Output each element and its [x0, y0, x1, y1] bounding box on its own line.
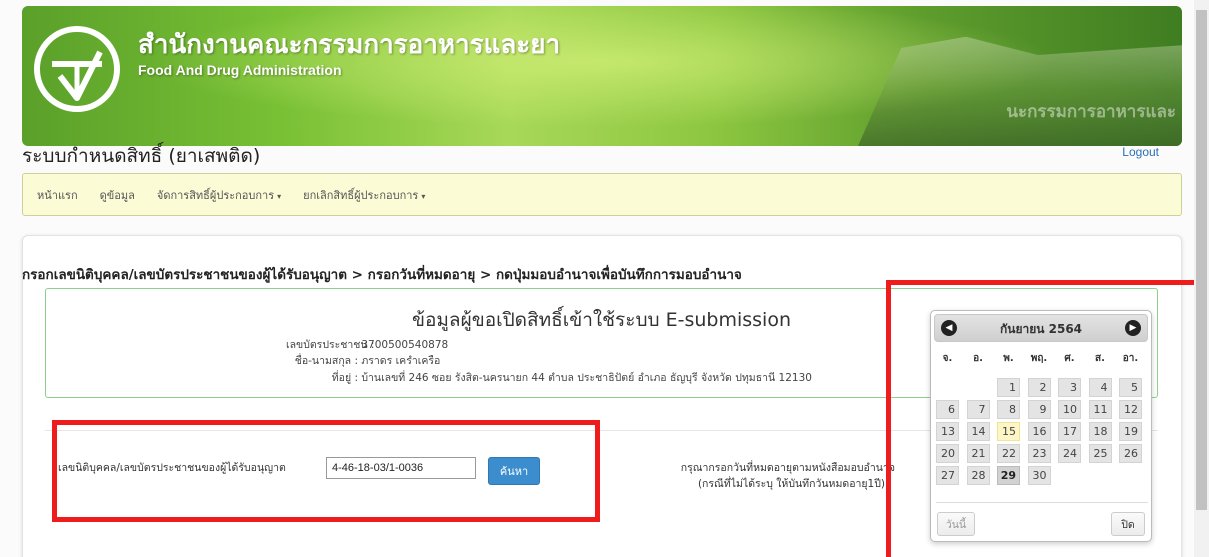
applicant-name-label: ชื่อ-นามสกุล : — [294, 355, 358, 367]
page-scrollbar[interactable] — [1194, 0, 1209, 557]
caret-down-icon: ▾ — [421, 191, 426, 201]
today-button[interactable]: วันนี้ — [937, 512, 975, 536]
calendar-day[interactable]: 14 — [966, 422, 990, 441]
expiry-hint: กรุณากรอกวันที่หมดอายุตามหนังสือมอบอำนาจ… — [681, 460, 895, 492]
weekday-header: พ. — [1003, 353, 1014, 364]
calendar-day[interactable]: 29 — [997, 466, 1020, 485]
caret-down-icon: ▾ — [277, 191, 282, 201]
calendar-day[interactable]: 7 — [966, 400, 990, 419]
applicant-id-label: เลขบัตรประชาชน : — [286, 339, 375, 351]
applicant-info-title: ข้อมูลผู้ขอเปิดสิทธิ์เข้าใช้ระบบ E-submi… — [412, 309, 791, 331]
calendar-day[interactable]: 16 — [1027, 422, 1051, 441]
calendar-day[interactable]: 23 — [1027, 444, 1051, 463]
instructions-heading: กรอกเลขนิติบุคคล/เลขบัตรประชาชนของผู้ได้… — [22, 267, 742, 283]
calendar-day[interactable]: 22 — [997, 444, 1020, 463]
close-button[interactable]: ปิด — [1111, 512, 1145, 536]
applicant-address-label: ที่อยู่ : — [331, 372, 358, 384]
calendar-day[interactable]: 17 — [1058, 422, 1081, 441]
calendar-day[interactable]: 30 — [1027, 466, 1051, 485]
calendar-day[interactable]: 10 — [1058, 400, 1081, 419]
calendar-day[interactable]: 24 — [1058, 444, 1081, 463]
datepicker-divider — [936, 502, 1148, 503]
calendar-day[interactable]: 2 — [1027, 378, 1051, 397]
applicant-id-row: เลขบัตรประชาชน : 3700500540878 — [286, 336, 448, 353]
calendar-day[interactable]: 18 — [1088, 422, 1112, 441]
org-name-thai: สำนักงานคณะกรรมการอาหารและยา — [138, 30, 561, 60]
applicant-name-row: ชื่อ-นามสกุล : ภราดร เครำเครือ — [286, 352, 441, 369]
nav-home[interactable]: หน้าแรก — [37, 186, 78, 204]
calendar-day[interactable]: 25 — [1088, 444, 1112, 463]
nav-view-data-label: ดูข้อมูล — [99, 188, 135, 202]
calendar-day[interactable]: 4 — [1088, 378, 1112, 397]
calendar-day[interactable]: 15 — [997, 422, 1020, 441]
weekday-header: ส. — [1095, 353, 1105, 364]
nav-manage-rights-label: จัดการสิทธิ์ผู้ประกอบการ — [156, 188, 275, 202]
applicant-id-value: 3700500540878 — [361, 339, 449, 351]
nav-revoke-rights-dropdown[interactable]: ยกเลิกสิทธิ์ผู้ประกอบการ ▾ — [303, 186, 425, 204]
calendar-day[interactable]: 12 — [1119, 400, 1142, 419]
nav-manage-rights-dropdown[interactable]: จัดการสิทธิ์ผู้ประกอบการ ▾ — [157, 186, 281, 204]
weekday-header: อ. — [973, 353, 983, 364]
calendar-day[interactable]: 27 — [936, 466, 959, 485]
calendar-day[interactable]: 3 — [1058, 378, 1081, 397]
applicant-address-row: ที่อยู่ : บ้านเลขที่ 246 ซอย รังสิต-นครน… — [286, 369, 812, 386]
scrollbar-thumb[interactable] — [1196, 10, 1207, 510]
weekday-header: จ. — [942, 353, 953, 364]
calendar-day[interactable]: 28 — [966, 466, 990, 485]
calendar-day[interactable]: 13 — [936, 422, 959, 441]
calendar-day[interactable]: 26 — [1119, 444, 1142, 463]
fda-logo-icon — [34, 26, 120, 112]
calendar-day[interactable]: 8 — [997, 400, 1020, 419]
calendar-day[interactable]: 9 — [1027, 400, 1051, 419]
calendar-day[interactable]: 1 — [997, 378, 1020, 397]
date-picker: ◀ กันยายน 2564 ▶ จ. อ. พ. พฤ. ศ. ส. อา. 1 2 3 4 5 6 7… — [930, 310, 1152, 542]
highlight-box-license — [52, 420, 600, 522]
org-name-english: Food And Drug Administration — [138, 62, 342, 78]
banner-building-image — [858, 36, 1182, 146]
nav-view-data[interactable]: ดูข้อมูล — [100, 186, 135, 204]
calendar-day[interactable]: 21 — [966, 444, 990, 463]
applicant-name-value: ภราดร เครำเครือ — [361, 355, 441, 367]
logout-link[interactable]: Logout — [1122, 145, 1159, 159]
weekday-header: พฤ. — [1030, 353, 1048, 364]
banner-building-caption: นะกรรมการอาหารและ — [1006, 102, 1176, 122]
datepicker-header: ◀ กันยายน 2564 ▶ — [934, 314, 1148, 342]
calendar-day[interactable]: 11 — [1088, 400, 1112, 419]
nav-revoke-rights-label: ยกเลิกสิทธิ์ผู้ประกอบการ — [303, 188, 419, 202]
weekday-header: อา. — [1122, 353, 1139, 364]
calendar-day[interactable]: 19 — [1119, 422, 1142, 441]
nav-home-label: หน้าแรก — [37, 188, 78, 202]
applicant-address-value: บ้านเลขที่ 246 ซอย รังสิต-นครนายก 44 ตำบ… — [361, 372, 812, 384]
calendar-day[interactable]: 5 — [1119, 378, 1142, 397]
expiry-hint-line1: กรุณากรอกวันที่หมดอายุตามหนังสือมอบอำนาจ — [680, 462, 895, 474]
fda-banner: นะกรรมการอาหารและ สำนักงานคณะกรรมการอาหา… — [22, 6, 1182, 146]
system-title: ระบบกำหนดสิทธิ์ (ยาเสพติด) — [22, 145, 261, 167]
calendar-day[interactable]: 6 — [936, 400, 959, 419]
next-month-icon[interactable]: ▶ — [1125, 320, 1141, 336]
calendar-day[interactable]: 20 — [936, 444, 959, 463]
main-navbar: หน้าแรก ดูข้อมูล จัดการสิทธิ์ผู้ประกอบกา… — [22, 173, 1182, 216]
expiry-hint-line2: (กรณีที่ไม่ได้ระบุ ให้บันทึกวันหมดอายุ1ป… — [697, 478, 885, 490]
weekday-header: ศ. — [1064, 353, 1075, 364]
datepicker-month-label: กันยายน 2564 — [999, 322, 1083, 336]
